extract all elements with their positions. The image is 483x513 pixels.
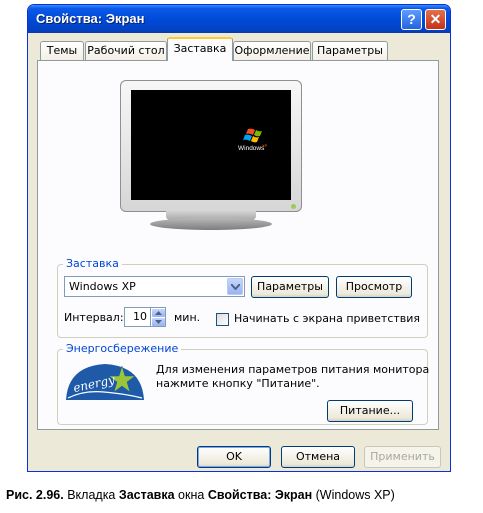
monitor-frame: Windows XP (120, 80, 302, 212)
preview-screen: Windows XP (131, 90, 291, 200)
tab-desktop[interactable]: Рабочий стол (85, 41, 167, 60)
welcome-screen-label[interactable]: Начинать с экрана приветствия (234, 312, 420, 325)
interval-unit: мин. (174, 311, 201, 324)
power-group-label: Энергосбережение (63, 342, 182, 355)
tab-screensaver[interactable]: Заставка (167, 37, 233, 61)
title-bar[interactable]: Свойства: Экран ? ✕ (28, 5, 450, 33)
caption-text-2: окна (174, 488, 208, 502)
power-led-icon (291, 204, 296, 209)
preview-monitor: Windows XP (120, 80, 302, 230)
caption-prefix: Рис. 2.96. (6, 488, 64, 502)
apply-button[interactable]: Применить (364, 446, 441, 468)
figure-caption: Рис. 2.96. Вкладка Заставка окна Свойств… (6, 488, 395, 502)
help-icon: ? (407, 11, 416, 27)
interval-stepper[interactable] (150, 307, 166, 327)
caption-bold-1: Заставка (118, 488, 175, 502)
power-description: Для изменения параметров питания монитор… (156, 363, 429, 391)
tab-appearance[interactable]: Оформление (233, 41, 311, 60)
caption-bold-2: Свойства: Экран (207, 488, 313, 502)
interval-label: Интервал: (64, 311, 124, 324)
tab-settings[interactable]: Параметры (312, 41, 388, 60)
interval-input[interactable]: 10 (124, 307, 150, 327)
power-text-line2: нажмите кнопку "Питание". (156, 377, 320, 390)
welcome-screen-checkbox[interactable] (216, 313, 229, 326)
logo-sup: XP (262, 143, 268, 148)
screensaver-group-label: Заставка (63, 257, 122, 270)
ok-button[interactable]: OK (197, 446, 271, 468)
window-title: Свойства: Экран (36, 11, 145, 26)
monitor-stand (150, 218, 272, 230)
caption-text-3: (Windows XP) (312, 488, 395, 502)
power-button[interactable]: Питание... (327, 400, 413, 422)
windows-logo-icon: Windows XP (236, 128, 272, 156)
chevron-down-icon[interactable] (227, 278, 243, 295)
power-text-line1: Для изменения параметров питания монитор… (156, 363, 430, 376)
close-button[interactable]: ✕ (425, 9, 446, 30)
settings-button[interactable]: Параметры (251, 276, 329, 298)
energy-star-logo-icon: energy (64, 360, 146, 402)
spin-up-icon[interactable] (152, 309, 165, 317)
close-icon: ✕ (429, 11, 442, 27)
screensaver-selected: Windows XP (69, 280, 136, 293)
help-button[interactable]: ? (401, 9, 422, 30)
screensaver-select[interactable]: Windows XP (64, 276, 245, 297)
tab-themes[interactable]: Темы (40, 41, 84, 60)
caption-text-1: Вкладка (63, 488, 119, 502)
spin-down-icon[interactable] (152, 318, 165, 326)
cancel-button[interactable]: Отмена (281, 446, 355, 468)
preview-button[interactable]: Просмотр (336, 276, 412, 298)
